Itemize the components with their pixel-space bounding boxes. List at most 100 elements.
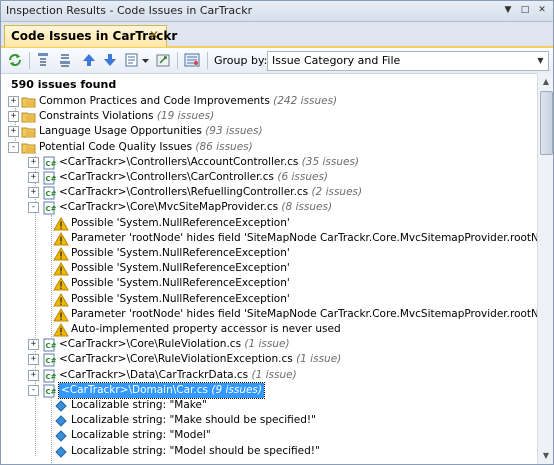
file-node[interactable]: <CarTrackr>\Core\MvcSiteMapProvider.cs (… [59,200,332,215]
tree-item-label: Parameter 'rootNode' hides field 'SiteMa… [71,308,537,320]
issue-count: (9 issues) [211,384,262,396]
scroll-down-button[interactable]: ▼ [539,448,553,463]
expand-toggle[interactable]: + [28,370,39,381]
issue-count: (1 issue) [244,338,290,350]
file-node[interactable]: <CarTrackr>\Core\RuleViolation.cs (1 iss… [59,337,290,352]
issue-item[interactable]: Possible 'System.NullReferenceException' [71,216,290,231]
tree-item-label: Possible 'System.NullReferenceException' [71,217,290,229]
file-node[interactable]: <CarTrackr>\Domain\Car.cs (9 issues) [58,382,265,399]
group-by-select[interactable]: Issue Category and File ▼ [267,51,549,71]
next-issue-icon[interactable] [102,52,118,68]
group-by-value: Issue Category and File [272,54,401,67]
chevron-down-icon[interactable]: ▼ [533,52,548,70]
expand-all-icon[interactable] [57,52,73,68]
svg-text:C#: C# [46,357,57,365]
collapse-toggle[interactable]: - [28,202,39,213]
settings-icon[interactable] [155,52,171,68]
window-close-button[interactable]: ✕ [535,4,549,17]
collapse-toggle[interactable]: - [28,385,39,396]
warning-icon [53,262,69,276]
svg-text:C#: C# [46,190,57,198]
svg-text:C#: C# [46,205,57,213]
tab-code-issues[interactable]: Code Issues in CarTrackr ✕ [4,25,177,47]
issue-count: (1 issue) [251,369,297,381]
issue-item[interactable]: Localizable string: "Make should be spec… [71,413,316,428]
csharp-file-icon: C# [41,156,57,170]
toolbar: Group by: Issue Category and File ▼ [1,48,553,74]
tree-item-label: <CarTrackr>\Controllers\RefuellingContro… [59,186,309,198]
category-node[interactable]: Potential Code Quality Issues (86 issues… [39,140,253,155]
file-node[interactable]: <CarTrackr>\Controllers\RefuellingContro… [59,185,362,200]
issue-item[interactable]: Parameter 'rootNode' hides field 'SiteMa… [71,231,537,246]
category-node[interactable]: Constraints Violations (19 issues) [39,109,214,124]
expand-toggle[interactable]: + [28,187,39,198]
file-node[interactable]: <CarTrackr>\Controllers\AccountControlle… [59,155,359,170]
issue-item[interactable]: Parameter 'rootNode' hides field 'SiteMa… [71,307,537,322]
folder-icon [21,95,37,109]
expand-toggle[interactable]: + [28,157,39,168]
issue-item[interactable]: Possible 'System.NullReferenceException' [71,261,290,276]
tree-guide-line [15,103,16,143]
category-node[interactable]: Common Practices and Code Improvements (… [39,94,337,109]
warning-icon [53,323,69,337]
tree-item-label: Localizable string: "Make should be spec… [71,414,316,426]
expand-toggle[interactable]: + [28,339,39,350]
inspection-results-window: Inspection Results - Code Issues in CarT… [0,0,554,465]
issue-count: (242 issues) [273,95,338,107]
refresh-icon[interactable] [7,52,23,68]
previous-issue-icon[interactable] [81,52,97,68]
issue-item[interactable]: Localizable string: "Make" [71,398,207,413]
warning-icon [53,293,69,307]
tree-guide-line [51,395,52,464]
filter-icon[interactable] [184,52,200,68]
tree-item-label: Potential Code Quality Issues [39,141,193,153]
csharp-file-icon: C# [41,384,57,398]
expand-toggle[interactable]: + [28,172,39,183]
tree-item-label: Constraints Violations [39,110,154,122]
tree-guide-line [51,215,52,337]
expand-toggle[interactable]: + [28,354,39,365]
issue-item[interactable]: Auto-implemented property accessor is ne… [71,322,341,337]
issue-item[interactable]: Localizable string: "Model should be spe… [71,444,320,459]
tree-guide-line [35,156,36,456]
window-float-button[interactable]: □ [518,4,532,17]
folder-icon [21,110,37,124]
dropdown-icon[interactable] [141,52,150,68]
tree-item-label: <CarTrackr>\Controllers\CarController.cs [59,171,275,183]
issue-item[interactable]: Localizable string: "Model" [71,428,211,443]
collapse-toggle[interactable]: - [8,142,19,153]
issue-count: (35 issues) [301,156,360,168]
toolbar-separator [207,52,208,69]
csharp-file-icon: C# [41,353,57,367]
category-node[interactable]: Language Usage Opportunities (93 issues) [39,124,263,139]
vertical-scrollbar[interactable]: ▲ ▼ [537,73,553,464]
scroll-thumb[interactable] [540,91,553,155]
tree-item-label: Localizable string: "Make" [71,399,207,411]
tree-item-label: <CarTrackr>\Core\RuleViolationException.… [59,353,293,365]
tree-item-label: Common Practices and Code Improvements [39,95,270,107]
issues-tree: + Common Practices and Code Improvements … [1,92,537,464]
file-node[interactable]: <CarTrackr>\Core\RuleViolationException.… [59,352,341,367]
warning-icon [53,232,69,246]
tree-item-label: Possible 'System.NullReferenceException' [71,247,290,259]
csharp-file-icon: C# [41,201,57,215]
tree-item-label: Possible 'System.NullReferenceException' [71,277,290,289]
file-node[interactable]: <CarTrackr>\Data\CarTrackrData.cs (1 iss… [59,368,297,383]
expand-toggle[interactable]: + [8,96,19,107]
window-menu-button[interactable]: ▼ [501,4,515,17]
tree-item-label: Localizable string: "Model should be spe… [71,445,320,457]
issue-item[interactable]: Possible 'System.NullReferenceException' [71,246,290,261]
expand-toggle[interactable]: + [8,111,19,122]
export-icon[interactable] [124,52,140,68]
folder-icon [21,141,37,155]
collapse-all-icon[interactable] [35,52,51,68]
tree-item-label: Localizable string: "Model" [71,429,211,441]
group-by-label: Group by: [214,54,268,67]
tab-close-button[interactable]: ✕ [149,28,159,42]
expand-toggle[interactable]: + [8,126,19,137]
issue-item[interactable]: Possible 'System.NullReferenceException' [71,292,290,307]
scroll-up-button[interactable]: ▲ [539,74,553,89]
file-node[interactable]: <CarTrackr>\Controllers\CarController.cs… [59,170,328,185]
issue-item[interactable]: Possible 'System.NullReferenceException' [71,276,290,291]
window-title-bar: Inspection Results - Code Issues in CarT… [1,1,553,22]
